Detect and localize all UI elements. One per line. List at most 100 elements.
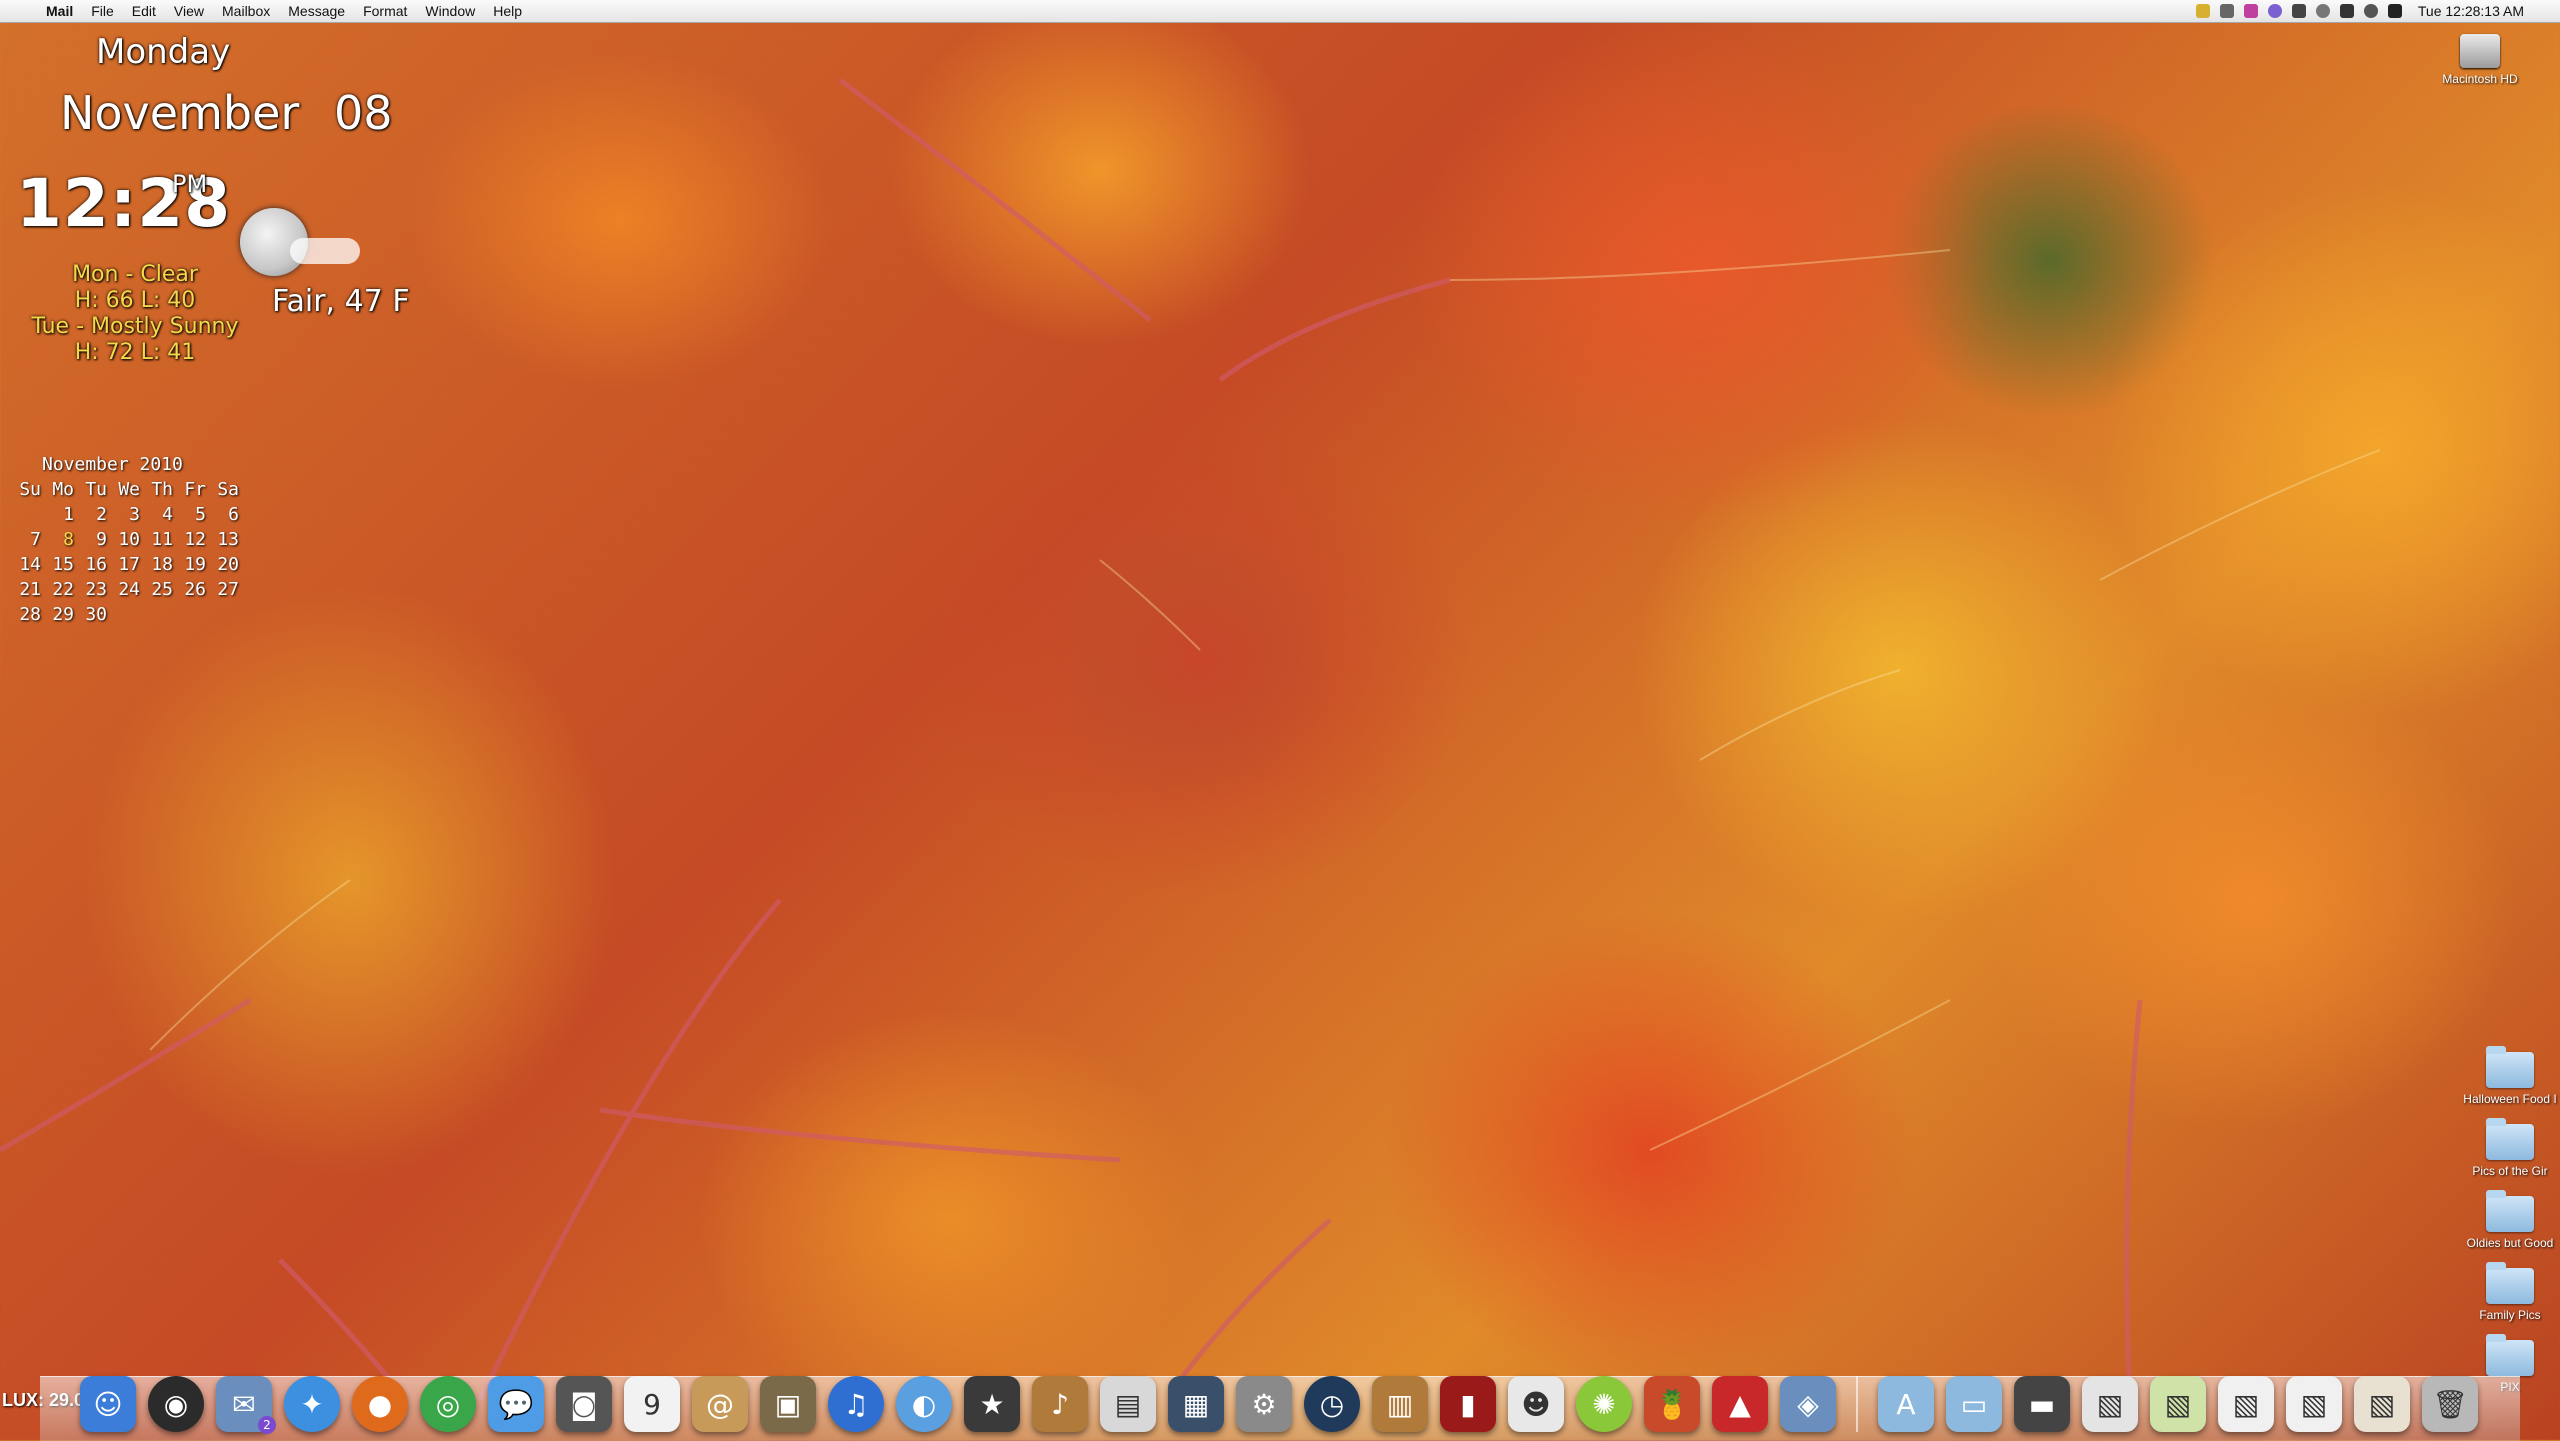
window-thumb-4-icon[interactable]: ▧ [2286, 1376, 2342, 1432]
volume-icon[interactable] [2339, 4, 2354, 18]
menu-view[interactable]: View [174, 3, 204, 19]
folder-label: Family Pics [2479, 1308, 2541, 1322]
applications-stack-icon[interactable]: A [1878, 1376, 1934, 1432]
mail-icon[interactable]: ✉ 2 [216, 1376, 276, 1434]
finder-icon[interactable]: ☺ [80, 1376, 136, 1432]
desktop-folder[interactable]: Halloween Food I [2450, 1046, 2560, 1106]
calendar-day [107, 604, 140, 629]
time-machine-icon[interactable] [2315, 4, 2330, 18]
dvd-player-icon[interactable]: ◐ [896, 1376, 952, 1432]
lime-icon[interactable]: ✺ [1576, 1376, 1632, 1432]
sync-icon[interactable] [2363, 4, 2378, 18]
desktop-folder[interactable]: Oldies but Good [2450, 1190, 2560, 1250]
calendar-day [8, 504, 41, 529]
safari-icon[interactable]: ✦ [284, 1376, 340, 1432]
menu-window[interactable]: Window [425, 3, 475, 19]
calendar-day: 11 [151, 529, 173, 550]
calendar-day: 19 [184, 554, 206, 575]
menu-app-name[interactable]: Mail [46, 3, 73, 19]
wifi-icon[interactable] [2387, 4, 2402, 18]
app-grin-icon[interactable]: ☻ [1508, 1376, 1564, 1432]
menu-clock[interactable]: Tue 12:28:13 AM [2418, 3, 2524, 19]
cocktail-icon[interactable]: 🍍 [1644, 1376, 1700, 1432]
desktop-folder[interactable]: Family Pics [2450, 1262, 2560, 1322]
window-thumb-1-icon[interactable]: ▧ [2082, 1376, 2138, 1432]
calendar-day: 29 [52, 604, 74, 625]
calendar-week-row: 28 29 30 [8, 604, 239, 629]
menu-bar: Mail File Edit View Mailbox Message Form… [0, 0, 2560, 23]
preview-photo-icon[interactable]: ◈ [1780, 1376, 1836, 1432]
chrome-icon[interactable]: ◎ [420, 1376, 476, 1432]
menu-file[interactable]: File [91, 3, 114, 19]
documents-stack-icon[interactable]: ▭ [1946, 1376, 2002, 1432]
time-machine-icon[interactable]: ◷ [1304, 1376, 1360, 1432]
trash-icon[interactable]: 🗑 [2422, 1376, 2478, 1432]
ichat-icon[interactable]: 💬 [488, 1376, 544, 1432]
stamp-icon[interactable]: ▲ [1712, 1376, 1768, 1432]
facetime-icon[interactable]: ◙ [556, 1376, 612, 1432]
weekday-label: Fr [184, 479, 206, 500]
apple-menu-icon[interactable] [20, 3, 34, 19]
preview-icon[interactable]: ▤ [1100, 1376, 1156, 1432]
calendar-day: 1 [63, 504, 74, 525]
window-thumb-3-icon[interactable]: ▧ [2218, 1376, 2274, 1432]
calendar-day: 12 [184, 529, 206, 550]
folder-icon [2486, 1046, 2534, 1088]
firefox-icon[interactable]: ● [352, 1376, 408, 1432]
calendar-day: 5 [195, 504, 206, 525]
menu-format[interactable]: Format [363, 3, 407, 19]
garageband-icon[interactable]: ♪ [1032, 1376, 1088, 1432]
calendar-day: 24 [118, 579, 140, 600]
calendar-week-row: 7 8 9 10 11 12 13 [8, 529, 239, 554]
battery-icon[interactable] [2195, 4, 2210, 18]
bucket-icon[interactable]: ▥ [1372, 1376, 1428, 1432]
menu-message[interactable]: Message [288, 3, 345, 19]
photo-booth-icon[interactable]: ▮ [1440, 1376, 1496, 1432]
downloads-stack-icon[interactable]: ▬ [2014, 1376, 2070, 1432]
iphoto-icon[interactable]: ▣ [760, 1376, 816, 1432]
notification-badge: 2 [258, 1416, 276, 1434]
calendar-weeks: 1 2 3 4 5 6 7 8 9 10 11 12 13 14 15 16 17 18 19 20 21 22 23 24 2… [8, 504, 239, 629]
weekday-label: Su [19, 479, 41, 500]
calendar-day: 13 [217, 529, 239, 550]
menu-mailbox[interactable]: Mailbox [222, 3, 270, 19]
address-book-icon[interactable]: @ [692, 1376, 748, 1432]
desktop-folder[interactable]: Pics of the Gir [2450, 1118, 2560, 1178]
current-weather: Fair, 47 F [272, 284, 410, 319]
wallpaper-veins [0, 78, 2381, 1402]
system-preferences-icon[interactable]: ⚙ [1236, 1376, 1292, 1432]
dashboard-icon[interactable]: ◉ [148, 1376, 204, 1432]
dock-separator [1856, 1376, 1858, 1432]
user-icon[interactable] [2267, 4, 2282, 18]
spaces-icon[interactable]: ▦ [1168, 1376, 1224, 1432]
calendar-day: 23 [85, 579, 107, 600]
widget-day: Monday [96, 32, 231, 72]
calendar-day: 30 [85, 604, 107, 625]
desktop-hd-icon[interactable]: Macintosh HD [2420, 34, 2540, 86]
weekday-label: Sa [217, 479, 239, 500]
calendar-day: 16 [85, 554, 107, 575]
widget-ampm: PM [172, 170, 208, 198]
menu-help[interactable]: Help [493, 3, 522, 19]
ical-icon[interactable]: 9 [624, 1376, 680, 1432]
calendar-day: 22 [52, 579, 74, 600]
calendar-day: 18 [151, 554, 173, 575]
menu-edit[interactable]: Edit [132, 3, 156, 19]
script-icon[interactable] [2219, 4, 2234, 18]
folder-icon [2486, 1262, 2534, 1304]
folder-label: Pics of the Gir [2472, 1164, 2548, 1178]
calendar-day: 2 [96, 504, 107, 525]
calendar-day [140, 604, 173, 629]
imovie-icon[interactable]: ★ [964, 1376, 1020, 1432]
star-icon[interactable] [2243, 4, 2258, 18]
itunes-icon[interactable]: ♫ [828, 1376, 884, 1432]
calendar-day [173, 604, 206, 629]
calendar-day: 10 [118, 529, 140, 550]
calendar-day [206, 604, 239, 629]
calendar-day: 4 [162, 504, 173, 525]
display-icon[interactable] [2291, 4, 2306, 18]
weekday-label: Tu [85, 479, 107, 500]
window-thumb-2-icon[interactable]: ▧ [2150, 1376, 2206, 1432]
window-thumb-5-icon[interactable]: ▧ [2354, 1376, 2410, 1432]
calendar-day: 9 [96, 529, 107, 550]
